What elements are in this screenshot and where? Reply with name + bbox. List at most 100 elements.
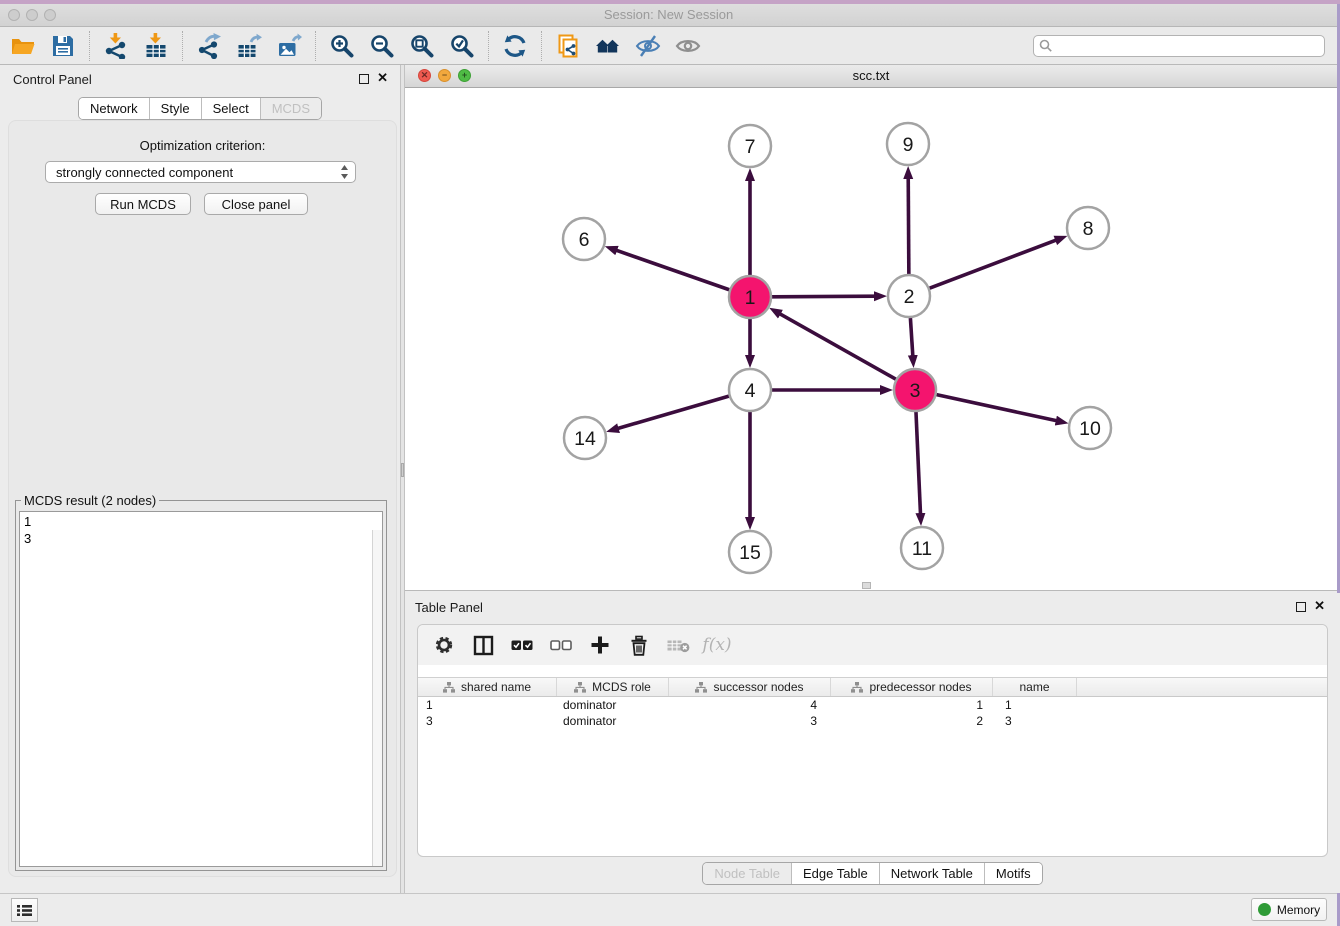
memory-button[interactable]: Memory (1251, 898, 1327, 921)
column-header-successor-nodes[interactable]: successor nodes (669, 678, 831, 696)
table-tab-node-table[interactable]: Node Table (703, 863, 791, 884)
search-input[interactable] (1053, 37, 1324, 55)
criterion-value: strongly connected component (56, 165, 340, 180)
column-header-predecessor-nodes[interactable]: predecessor nodes (831, 678, 993, 696)
formula-label: f(x) (702, 635, 731, 655)
graph-node-14[interactable]: 14 (564, 417, 606, 459)
table-row[interactable]: 3dominator323 (418, 713, 1327, 729)
cell-predecessor-nodes[interactable]: 2 (831, 714, 993, 728)
run-mcds-button[interactable]: Run MCDS (95, 193, 191, 215)
close-panel-button[interactable]: Close panel (204, 193, 308, 215)
tab-select[interactable]: Select (201, 98, 260, 119)
column-header-name[interactable]: name (993, 678, 1077, 696)
close-window-button[interactable] (8, 9, 20, 21)
graph-node-6[interactable]: 6 (563, 218, 605, 260)
close-network-button[interactable]: ✕ (418, 69, 431, 82)
graph-node-11[interactable]: 11 (901, 527, 943, 569)
graph-node-10[interactable]: 10 (1069, 407, 1111, 449)
close-panel-icon[interactable]: ✕ (377, 73, 388, 83)
graph-edge-3-11 (916, 412, 921, 514)
network-window-title: scc.txt (405, 65, 1337, 87)
splitter-grip[interactable] (401, 463, 404, 477)
graph-node-3[interactable]: 3 (894, 369, 936, 411)
graph-node-7[interactable]: 7 (729, 125, 771, 167)
cell-shared-name[interactable]: 3 (418, 714, 557, 728)
refresh-layout-button[interactable] (495, 29, 535, 63)
select-all-button[interactable] (510, 633, 534, 657)
table-settings-button[interactable] (432, 633, 456, 657)
zoom-fit-button[interactable] (402, 29, 442, 63)
close-table-panel-icon[interactable]: ✕ (1314, 601, 1325, 611)
zoom-out-button[interactable] (362, 29, 402, 63)
mcds-result-text[interactable]: 1 3 (19, 511, 383, 867)
svg-text:3: 3 (910, 380, 921, 402)
result-scrollbar[interactable] (372, 530, 382, 866)
zoom-in-icon (329, 33, 355, 59)
save-disk-icon (50, 33, 76, 59)
clone-network-button[interactable] (548, 29, 588, 63)
tab-style[interactable]: Style (149, 98, 201, 119)
table-tab-motifs[interactable]: Motifs (984, 863, 1042, 884)
cell-name[interactable]: 3 (993, 714, 1077, 728)
criterion-select[interactable]: strongly connected component (45, 161, 356, 183)
graph-node-2[interactable]: 2 (888, 275, 930, 317)
graph-node-4[interactable]: 4 (729, 369, 771, 411)
table-tab-network-table[interactable]: Network Table (879, 863, 984, 884)
delete-table-button[interactable] (666, 633, 690, 657)
zoom-selected-button[interactable] (442, 29, 482, 63)
function-builder-button[interactable]: f(x) (705, 633, 729, 657)
select-stepper-icon (340, 164, 349, 180)
table-row[interactable]: 1dominator411 (418, 697, 1327, 713)
cell-mcds-role[interactable]: dominator (557, 714, 669, 728)
save-session-button[interactable] (43, 29, 83, 63)
toolbar-separator (89, 31, 90, 61)
tab-network[interactable]: Network (79, 98, 149, 119)
task-history-button[interactable] (11, 898, 38, 922)
graph-edge-2-8 (930, 240, 1057, 288)
minimize-window-button[interactable] (26, 9, 38, 21)
cell-mcds-role[interactable]: dominator (557, 698, 669, 712)
graph-node-8[interactable]: 8 (1067, 207, 1109, 249)
minimize-network-button[interactable]: − (438, 69, 451, 82)
cell-shared-name[interactable]: 1 (418, 698, 557, 712)
cell-predecessor-nodes[interactable]: 1 (831, 698, 993, 712)
tab-mcds[interactable]: MCDS (260, 98, 321, 119)
import-network-button[interactable] (96, 29, 136, 63)
export-table-button[interactable] (229, 29, 269, 63)
zoom-window-button[interactable] (44, 9, 56, 21)
control-panel: Control Panel ✕ NetworkStyleSelectMCDS O… (0, 65, 400, 893)
column-header-shared-name[interactable]: shared name (418, 678, 557, 696)
column-label: name (1019, 680, 1049, 694)
export-image-button[interactable] (269, 29, 309, 63)
svg-text:15: 15 (739, 542, 761, 564)
column-header-mcds-role[interactable]: MCDS role (557, 678, 669, 696)
graph-node-15[interactable]: 15 (729, 531, 771, 573)
graph-edge-1-2 (772, 296, 875, 297)
delete-row-button[interactable] (627, 633, 651, 657)
zoom-in-button[interactable] (322, 29, 362, 63)
hide-selected-button[interactable] (628, 29, 668, 63)
show-all-button[interactable] (588, 29, 628, 63)
graph-node-9[interactable]: 9 (887, 123, 929, 165)
show-column-button[interactable] (471, 633, 495, 657)
add-row-button[interactable] (588, 633, 612, 657)
float-panel-icon[interactable] (359, 74, 369, 84)
cell-name[interactable]: 1 (993, 698, 1077, 712)
cell-successor-nodes[interactable]: 4 (669, 698, 831, 712)
svg-text:8: 8 (1083, 218, 1094, 240)
tab-group: NetworkStyleSelectMCDS (78, 97, 322, 120)
list-icon (16, 903, 33, 918)
export-network-button[interactable] (189, 29, 229, 63)
search-icon (1039, 39, 1053, 53)
float-table-panel-icon[interactable] (1296, 602, 1306, 612)
maximize-network-button[interactable]: + (458, 69, 471, 82)
unselect-all-button[interactable] (549, 633, 573, 657)
table-tab-edge-table[interactable]: Edge Table (791, 863, 879, 884)
graph-edge-2-9 (908, 178, 909, 274)
graph-node-1[interactable]: 1 (729, 276, 771, 318)
open-session-button[interactable] (3, 29, 43, 63)
import-table-button[interactable] (136, 29, 176, 63)
cell-successor-nodes[interactable]: 3 (669, 714, 831, 728)
show-selected-button[interactable] (668, 29, 708, 63)
network-resize-handle[interactable] (862, 582, 871, 589)
